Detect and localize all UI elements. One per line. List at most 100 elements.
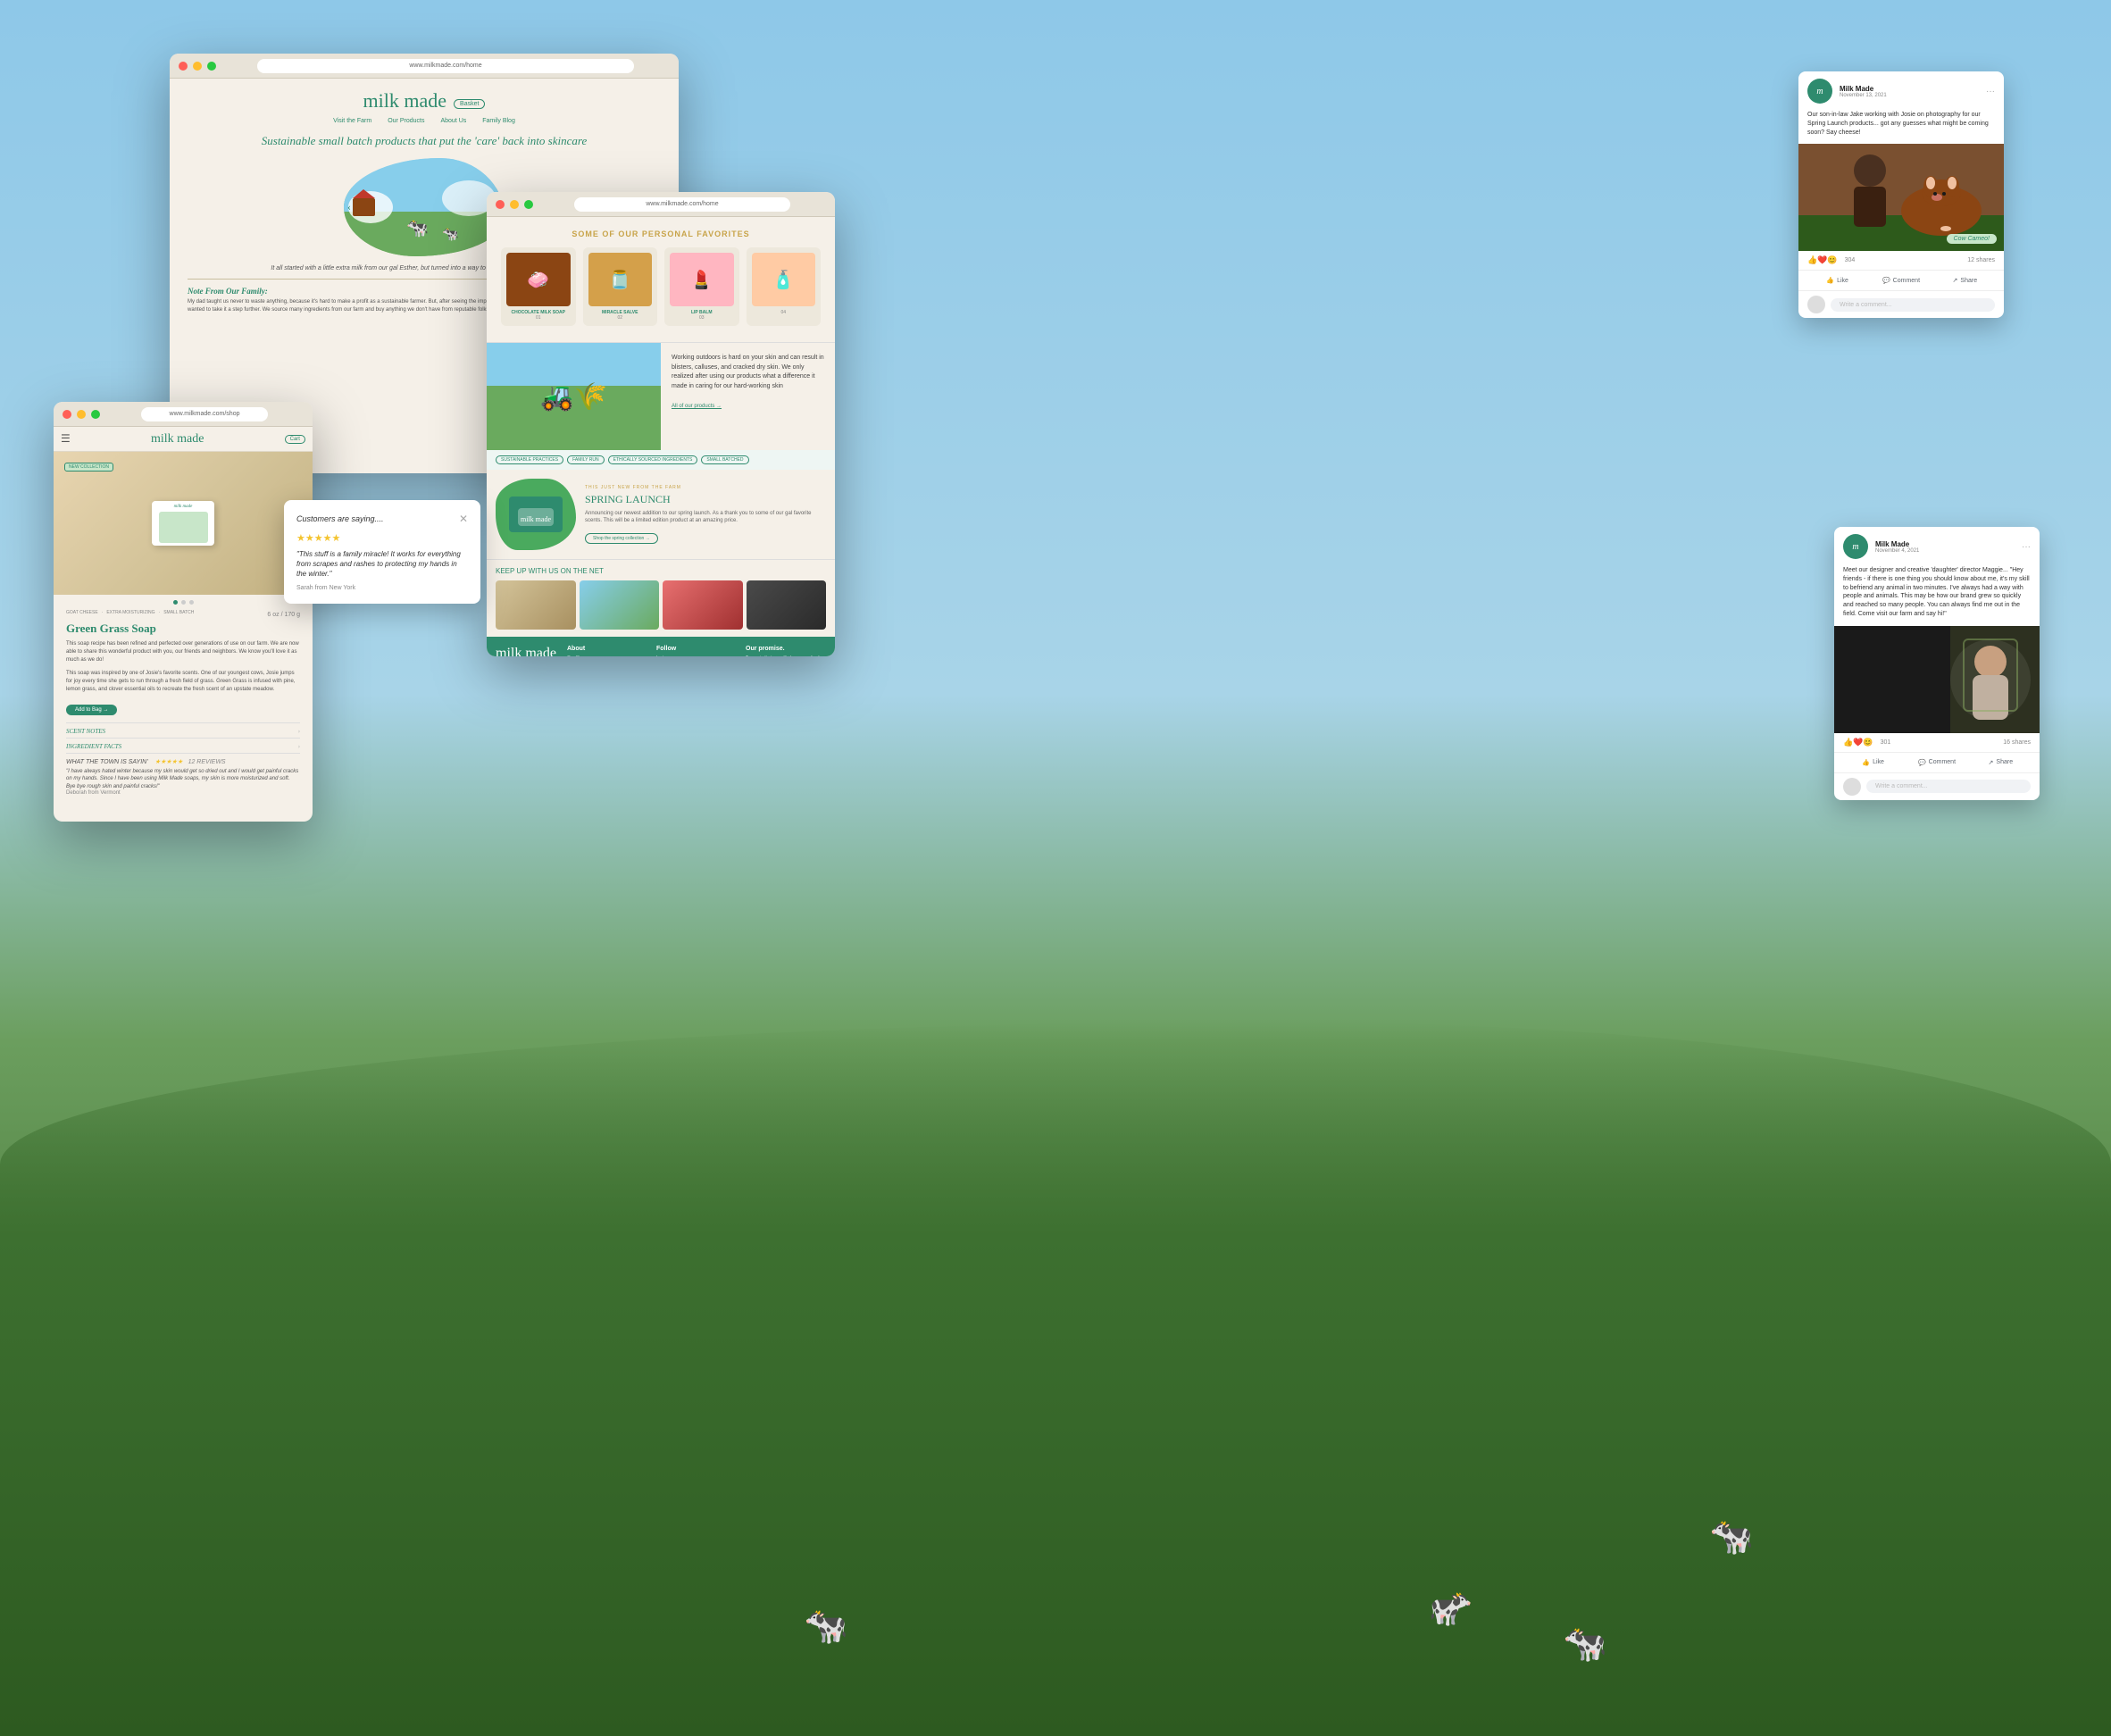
- dot-2[interactable]: [181, 600, 186, 605]
- main-browser-bar: www.milkmade.com/home: [170, 54, 679, 79]
- review-stars: ★★★★★: [154, 759, 182, 765]
- facebook-card-1: m Milk Made November 13, 2021 ··· Our so…: [1798, 71, 2004, 318]
- product-desc-2: This soap was inspired by one of Josie's…: [66, 670, 300, 694]
- mid-dot-green[interactable]: [524, 200, 533, 209]
- fb-text-1: Our son-in-law Jake working with Josie o…: [1798, 111, 2004, 144]
- field-cow-3: 🐄: [1709, 1515, 1754, 1557]
- review-author: Deborah from Vermont: [66, 790, 300, 796]
- shop-dot-green[interactable]: [91, 410, 100, 419]
- product-img-3: 💄: [670, 253, 734, 306]
- browser-dot-red[interactable]: [179, 62, 188, 71]
- tag-family: FAMILY RUN: [567, 455, 605, 464]
- product-card-3: 💄 LIP BALM 03: [664, 247, 739, 326]
- add-to-bag-button[interactable]: Add to Bag →: [66, 705, 117, 715]
- dot-1[interactable]: [173, 600, 178, 605]
- comment-icon-2: 💬: [1918, 759, 1926, 766]
- hero-text: Sustainable small batch products that pu…: [188, 133, 661, 149]
- launch-cta-button[interactable]: Shop the spring collection →: [585, 533, 658, 544]
- tag-sep-1: ·: [102, 610, 104, 615]
- comment-button-2[interactable]: 💬 Comment: [1905, 756, 1968, 769]
- products-row: 🧼 CHOCOLATE MILK SOAP 01 🫙 MIRACLE SALVE…: [501, 247, 821, 326]
- shop-dot-red[interactable]: [63, 410, 71, 419]
- fb-avatar-2: m: [1843, 534, 1868, 559]
- launch-desc: Announcing our newest addition to our sp…: [585, 510, 826, 525]
- footer-follow-links: Instagram Facebook: [656, 655, 737, 656]
- soap-box: milk made: [152, 501, 214, 546]
- reaction-count-2: 301: [1881, 739, 1891, 746]
- farm-scene: 🚜🌾: [487, 343, 661, 450]
- review-popup-header: Customers are saying.... ✕: [296, 513, 468, 525]
- fb-header-2: m Milk Made November 4, 2021 ···: [1834, 527, 2040, 566]
- social-img-1: [496, 580, 576, 630]
- farm-image: 🚜🌾: [487, 343, 661, 450]
- spring-launch-section: milk made THIS JUST NEW FROM THE FARM SP…: [487, 470, 835, 559]
- blob-arrow-left[interactable]: ‹: [347, 201, 351, 214]
- social-section: KEEP UP WITH US ON THE NET: [487, 559, 835, 637]
- fb-meta-2: Milk Made November 4, 2021: [1875, 540, 2015, 554]
- product-img-1: 🧼: [506, 253, 571, 306]
- dot-3[interactable]: [189, 600, 194, 605]
- share-button-2[interactable]: ↗ Share: [1969, 756, 2032, 769]
- fb-options-2[interactable]: ···: [2022, 542, 2031, 552]
- product-info: GOAT CHEESE · EXTRA MOISTURIZING · SMALL…: [54, 610, 313, 803]
- field-cow-4: 🐄: [804, 1605, 848, 1647]
- scent-chevron: ›: [298, 728, 300, 735]
- fb-text-2: Meet our designer and creative 'daughter…: [1834, 566, 2040, 626]
- menu-icon[interactable]: ☰: [61, 432, 71, 446]
- footer-follow-title: Follow: [656, 646, 737, 652]
- fb-options-1[interactable]: ···: [1986, 87, 1995, 96]
- like-icon-1: 👍: [1826, 277, 1834, 284]
- launch-product-img: milk made: [509, 497, 563, 532]
- image-dots: [54, 595, 313, 610]
- comment-field-1[interactable]: Write a comment...: [1831, 298, 1995, 312]
- social-images: [496, 580, 826, 630]
- nav-products[interactable]: Our Products: [388, 118, 424, 124]
- product-tags: GOAT CHEESE · EXTRA MOISTURIZING · SMALL…: [66, 610, 194, 615]
- tag-1: GOAT CHEESE: [66, 610, 98, 615]
- tag-sep-2: ·: [159, 610, 161, 615]
- fb-actions-2: 👍 Like 💬 Comment ↗ Share: [1834, 753, 2040, 773]
- fb-page-name-1: Milk Made: [1840, 85, 1979, 93]
- tag-3: SMALL BATCH: [163, 610, 194, 615]
- nav-blog[interactable]: Family Blog: [482, 118, 515, 124]
- cow-cameo-badge: Cow Cameo!: [1947, 234, 1997, 244]
- comment-button-1[interactable]: 💬 Comment: [1869, 274, 1932, 287]
- comment-field-2[interactable]: Write a comment...: [1866, 780, 2031, 793]
- site-logo: milk made: [363, 89, 446, 113]
- favorites-title: SOME OF OUR PERSONAL FAVORITES: [501, 230, 821, 238]
- browser-dot-yellow[interactable]: [193, 62, 202, 71]
- share-count-1: 12 shares: [1967, 257, 1995, 263]
- ingredient-facts-section[interactable]: INGREDIENT FACTS ›: [66, 738, 300, 750]
- fb-reactions-2: 👍❤️😊 301 16 shares: [1834, 733, 2040, 753]
- social-img-2: [580, 580, 660, 630]
- social-img-3: [663, 580, 743, 630]
- mid-dot-yellow[interactable]: [510, 200, 519, 209]
- review-popup-stars: ★★★★★: [296, 532, 468, 544]
- tag-ethical: ETHICALLY SOURCED INGREDIENTS: [608, 455, 698, 464]
- shop-browser-bar: www.milkmade.com/shop: [54, 402, 313, 427]
- basket-button[interactable]: Basket: [454, 99, 485, 109]
- nav-visit-farm[interactable]: Visit the Farm: [333, 118, 371, 124]
- nav-about[interactable]: About Us: [440, 118, 466, 124]
- scent-notes-section[interactable]: SCENT NOTES ›: [66, 722, 300, 735]
- fb-meta-1: Milk Made November 13, 2021: [1840, 85, 1979, 98]
- shop-browser-window: www.milkmade.com/shop ☰ milk made Cart m…: [54, 402, 313, 822]
- shop-dot-yellow[interactable]: [77, 410, 86, 419]
- mid-dot-red[interactable]: [496, 200, 505, 209]
- svg-text:🐄: 🐄: [406, 219, 429, 238]
- review-close-button[interactable]: ✕: [459, 513, 468, 525]
- share-button-1[interactable]: ↗ Share: [1933, 274, 1997, 287]
- like-button-2[interactable]: 👍 Like: [1841, 756, 1905, 769]
- fb-avatar-1: m: [1807, 79, 1832, 104]
- mid-browser-bar: www.milkmade.com/home: [487, 192, 835, 217]
- fb-header-1: m Milk Made November 13, 2021 ···: [1798, 71, 2004, 111]
- like-button-1[interactable]: 👍 Like: [1806, 274, 1869, 287]
- reaction-icons-1: 👍❤️😊: [1807, 255, 1838, 265]
- field-cow-2: 🐄: [1563, 1623, 1607, 1665]
- tags-row: SUSTAINABLE PRACTICES FAMILY RUN ETHICAL…: [487, 450, 835, 470]
- browser-dot-green[interactable]: [207, 62, 216, 71]
- tag-small-batch: SMALL BATCHED: [701, 455, 748, 464]
- cart-button[interactable]: Cart: [285, 435, 305, 444]
- main-nav: Visit the Farm Our Products About Us Fam…: [188, 118, 661, 124]
- all-products-link[interactable]: All of our products →: [672, 404, 722, 409]
